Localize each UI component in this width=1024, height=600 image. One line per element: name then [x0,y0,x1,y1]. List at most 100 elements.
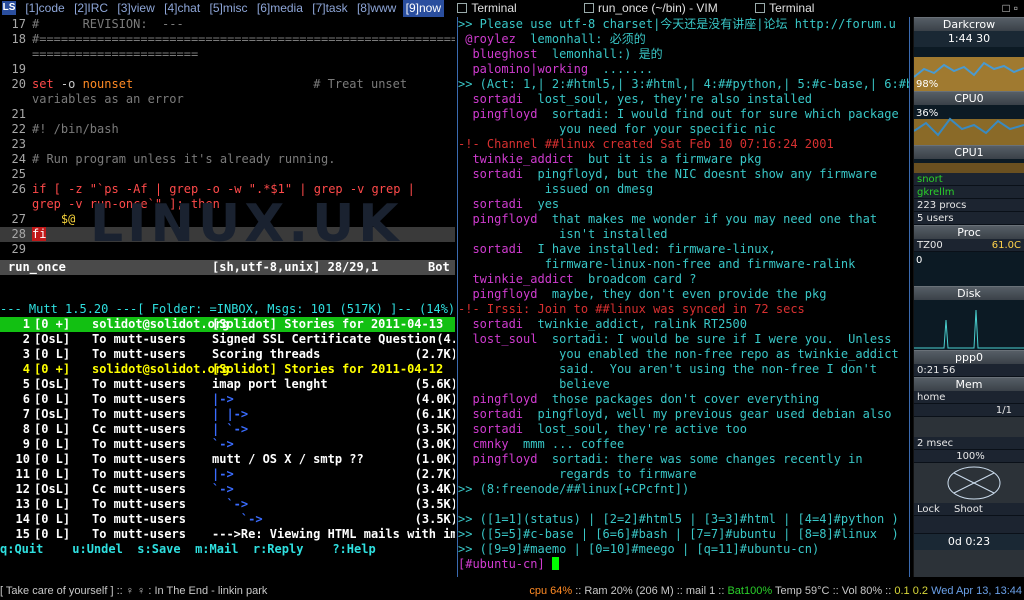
tag-task[interactable]: [7]task [309,0,350,17]
restore-icon[interactable]: □ [1002,1,1013,15]
chat-line: palomino|working ....... [458,62,909,77]
chat-line: >> ([5=5]#c-base | [6=6]#bash | [7=7]#ub… [458,527,909,542]
terminal-icon [584,3,595,13]
cpu-usage: cpu 64% [529,585,573,597]
message-row[interactable]: 12 [OsL] Cc mutt-users `-> (3.4K) [0,482,455,497]
message-from: To mutt-users [92,512,186,526]
shoot-button[interactable]: Shoot [954,503,983,516]
message-flags: [OsL] [34,482,71,496]
message-flags: [0 +] [34,317,71,331]
chat-line: you enabled the non-free repo as twinkie… [458,347,909,362]
chat-line: pingfloyd maybe, they don't even provide… [458,287,909,302]
message-from: To mutt-users [92,407,186,421]
chat-line: >> ([1=1](status) | [2=2]#html5 | [3=3]#… [458,512,909,527]
tag-chat[interactable]: [4]chat [161,0,203,17]
proc-label: Proc [914,225,1024,239]
message-row[interactable]: 7 [OsL] To mutt-users | |-> (6.1K) [0,407,455,422]
message-size: (2.7K) [414,347,455,361]
message-row[interactable]: 4 [0 +] solidot@solidot.org[Solidot] Stori… [0,362,455,377]
message-row[interactable]: 6 [0 L] To mutt-users |-> (4.0K) [0,392,455,407]
message-row[interactable]: 9 [0 L] To mutt-users `-> (3.0K) [0,437,455,452]
message-row[interactable]: 2 [OsL] To mutt-users Signed SSL Certificat… [0,332,455,347]
message-number: 6 [22,392,30,406]
terminal-icon [457,3,468,13]
message-from: To mutt-users [92,452,186,466]
tag-misc[interactable]: [5]misc [207,0,251,17]
tz-label: TZ00 [917,240,943,251]
message-subject: --->Re: Viewing HTML mails with image [212,527,455,541]
temp-value: 61.0C [991,240,1021,251]
vim-editor[interactable]: LINUX.UK 17 # REVISION: --- 18 #==========… [0,17,455,275]
irssi-chat[interactable]: >> Please use utf-8 charset|今天还是没有讲座|论坛 … [457,17,910,577]
cpu1-graph [914,163,1024,173]
terminal-icon [755,3,766,13]
message-number: 12 [15,482,30,496]
chat-input[interactable]: [#ubuntu-cn] [458,557,909,572]
message-flags: [0 L] [34,437,71,451]
message-row[interactable]: 14 [0 L] To mutt-users `-> (3.5K) [0,512,455,527]
load-2: 0.2 [912,585,929,597]
message-from: To mutt-users [92,527,186,541]
taskbar-terminal-2[interactable]: Terminal [751,0,814,17]
nick: pingfloyd [458,107,538,121]
vim-line: 18 #=====================================… [0,32,455,47]
gkrellm-monitor: Darkcrow 1:44 30 98% CPU0 36% CPU1 snort… [913,17,1024,577]
message-from: Cc mutt-users [92,422,186,436]
message: pingfloyd, well my previous gear used de… [523,407,892,421]
message-row[interactable]: 10 [0 L] To mutt-users mutt / OS X / smtp ?… [0,452,455,467]
message-size: (1.0K) [414,452,455,466]
vim-line: 17 # REVISION: --- [0,17,455,32]
nick: twinkie_addict [458,272,574,286]
line-number: 28 [11,227,26,241]
chat-line: firmware-linux-non-free and firmware-ral… [458,257,909,272]
message-row[interactable]: 5 [OsL] To mutt-users imap port lenght (5.6K… [0,377,455,392]
lock-button[interactable]: Lock [917,504,940,515]
message-row[interactable]: 13 [0 L] To mutt-users `-> (3.5K) [0,497,455,512]
chat-line: -!- Channel ##linux created Sat Feb 10 0… [458,137,909,152]
mutt-mail-client[interactable]: --- Mutt 1.5.20 ---[ Folder: =INBOX, Msg… [0,302,455,557]
tag-view[interactable]: [3]view [114,0,157,17]
fs-home[interactable]: home [914,391,1024,404]
chat-line: lost_soul sortadi: I would be sure if I … [458,332,909,347]
cpu0-chart: 36% [914,105,1024,145]
message-list[interactable]: 1 [0 +] solidot@solidot.org[Solidot] Stori… [0,317,455,542]
message-flags: [0 L] [34,392,71,406]
message-row[interactable]: 3 [0 L] To mutt-users Scoring threads (2.7K) [0,347,455,362]
taskbar-label: run_once (~/bin) - VIM [598,1,718,15]
menu-logo-icon[interactable]: LS [2,1,16,15]
uptime: 0d 0:23 [914,534,1024,550]
chat-line: blueghost lemonhall:) 是的 [458,47,909,62]
tag-media[interactable]: [6]media [254,0,306,17]
mail-count[interactable]: 1/1 [914,404,1024,417]
message: >> (Act: 1,| 2:#html5,| 3:#html,| 4:##py… [458,77,909,91]
message-size: (4. [436,332,455,346]
message-flags: [0 L] [34,467,71,481]
tag-www[interactable]: [8]www [354,0,399,17]
message: but it is a firmware pkg [573,152,762,166]
message-row[interactable]: 1 [0 +] solidot@solidot.org[Solidot] Stori… [0,317,455,332]
taskbar-terminal-1[interactable]: Terminal [453,0,517,17]
clock: 1:44 30 [914,31,1024,47]
chat-line: @roylez lemonhall: 必须的 [458,32,909,47]
message-from: solidot@solidot.org [92,317,230,331]
chat-line: >> (8:freenode/##linux[+CPcfnt]) [458,482,909,497]
window-buttons: □▫ [1002,0,1022,17]
taskbar-vim[interactable]: run_once (~/bin) - VIM [580,0,718,17]
hostname: Darkcrow [914,17,1024,31]
message: sortadi: there was some changes recently… [537,452,863,466]
tag-now[interactable]: [9]now [402,0,444,17]
line-code: grep -v run-once`" ]; then [32,197,220,211]
message-number: 2 [22,332,30,346]
tag-code[interactable]: [1]code [22,0,67,17]
message-subject: `-> [212,437,234,451]
message-flags: [OsL] [34,332,71,346]
message-row[interactable]: 11 [0 L] To mutt-users |-> (2.7K) [0,467,455,482]
proc-chart: 0 [914,252,1024,286]
message-subject: Scoring threads [212,347,321,361]
close-icon[interactable]: ▫ [1014,1,1022,15]
message-row[interactable]: 15 [0 L] To mutt-users --->Re: Viewing HTML… [0,527,455,542]
chat-line: -!- Irssi: Join to ##linux was synced in… [458,302,909,317]
tag-irc[interactable]: [2]IRC [71,0,111,17]
message-row[interactable]: 8 [0 L] Cc mutt-users | `-> (3.5K) [0,422,455,437]
mail-count: mail 1 [685,585,716,597]
